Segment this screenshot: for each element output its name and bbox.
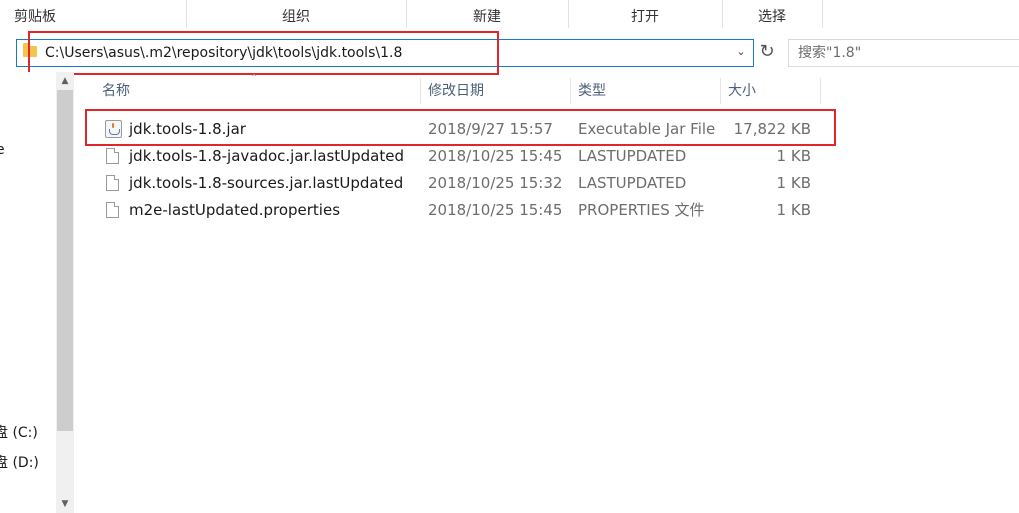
scroll-thumb[interactable] — [57, 90, 73, 431]
file-date: 2018/10/25 15:32 — [428, 174, 563, 192]
file-icon — [106, 202, 119, 218]
ribbon-separator — [822, 0, 823, 28]
file-highlight-box — [85, 109, 836, 146]
file-size: 1 KB — [776, 174, 811, 192]
file-icon — [106, 175, 119, 191]
file-row[interactable]: m2e-lastUpdated.properties 2018/10/25 15… — [74, 197, 1019, 224]
file-type: LASTUPDATED — [578, 174, 687, 192]
chevron-down-icon[interactable]: ⌄ — [733, 44, 749, 60]
nav-item-drive-c[interactable]: 盘 (C:) — [0, 422, 38, 442]
nav-item-partial[interactable]: e — [0, 142, 5, 158]
ribbon-group-new[interactable]: 新建 — [406, 0, 568, 32]
file-name[interactable]: jdk.tools-1.8-javadoc.jar.lastUpdated — [129, 143, 404, 170]
column-separator[interactable] — [820, 78, 821, 104]
file-size: 1 KB — [776, 147, 811, 165]
refresh-icon[interactable]: ↻ — [756, 39, 778, 65]
file-name[interactable]: jdk.tools-1.8-sources.jar.lastUpdated — [129, 170, 403, 197]
column-header-size[interactable]: 大小 — [728, 78, 756, 104]
search-placeholder: 搜索"1.8" — [798, 45, 862, 61]
file-size: 1 KB — [776, 201, 811, 219]
column-header-name[interactable]: 名称 — [102, 78, 130, 104]
file-date: 2018/10/25 15:45 — [428, 147, 563, 165]
sort-indicator-icon: ⌃ — [250, 73, 259, 84]
file-type: PROPERTIES 文件 — [578, 201, 705, 219]
scroll-up-icon[interactable]: ▲ — [56, 72, 74, 90]
file-type: LASTUPDATED — [578, 147, 687, 165]
nav-scrollbar[interactable]: ▲ ▼ — [56, 72, 74, 513]
file-name[interactable]: m2e-lastUpdated.properties — [129, 197, 340, 224]
ribbon: 剪贴板 组织 新建 打开 选择 — [0, 0, 1019, 32]
column-separator[interactable] — [720, 78, 721, 104]
address-highlight-box — [28, 31, 499, 75]
ribbon-group-select[interactable]: 选择 — [722, 0, 822, 32]
ribbon-group-organize[interactable]: 组织 — [186, 0, 406, 32]
search-input[interactable]: 搜索"1.8" — [788, 39, 1019, 67]
column-separator[interactable] — [570, 78, 571, 104]
file-date: 2018/10/25 15:45 — [428, 201, 563, 219]
file-icon — [106, 148, 119, 164]
ribbon-group-open[interactable]: 打开 — [568, 0, 722, 32]
navigation-pane: e 盘 (C:) 盘 (D:) ) — [0, 72, 56, 513]
column-headers: ⌃ 名称 修改日期 类型 大小 — [74, 73, 1019, 104]
column-header-type[interactable]: 类型 — [578, 78, 606, 104]
file-row[interactable]: jdk.tools-1.8-sources.jar.lastUpdated 20… — [74, 170, 1019, 197]
scroll-down-icon[interactable]: ▼ — [56, 495, 74, 513]
column-separator[interactable] — [420, 78, 421, 104]
ribbon-group-clipboard[interactable]: 剪贴板 — [0, 0, 70, 32]
nav-item-drive-d[interactable]: 盘 (D:) — [0, 452, 39, 472]
column-header-date[interactable]: 修改日期 — [428, 78, 484, 104]
file-row[interactable]: jdk.tools-1.8-javadoc.jar.lastUpdated 20… — [74, 143, 1019, 170]
